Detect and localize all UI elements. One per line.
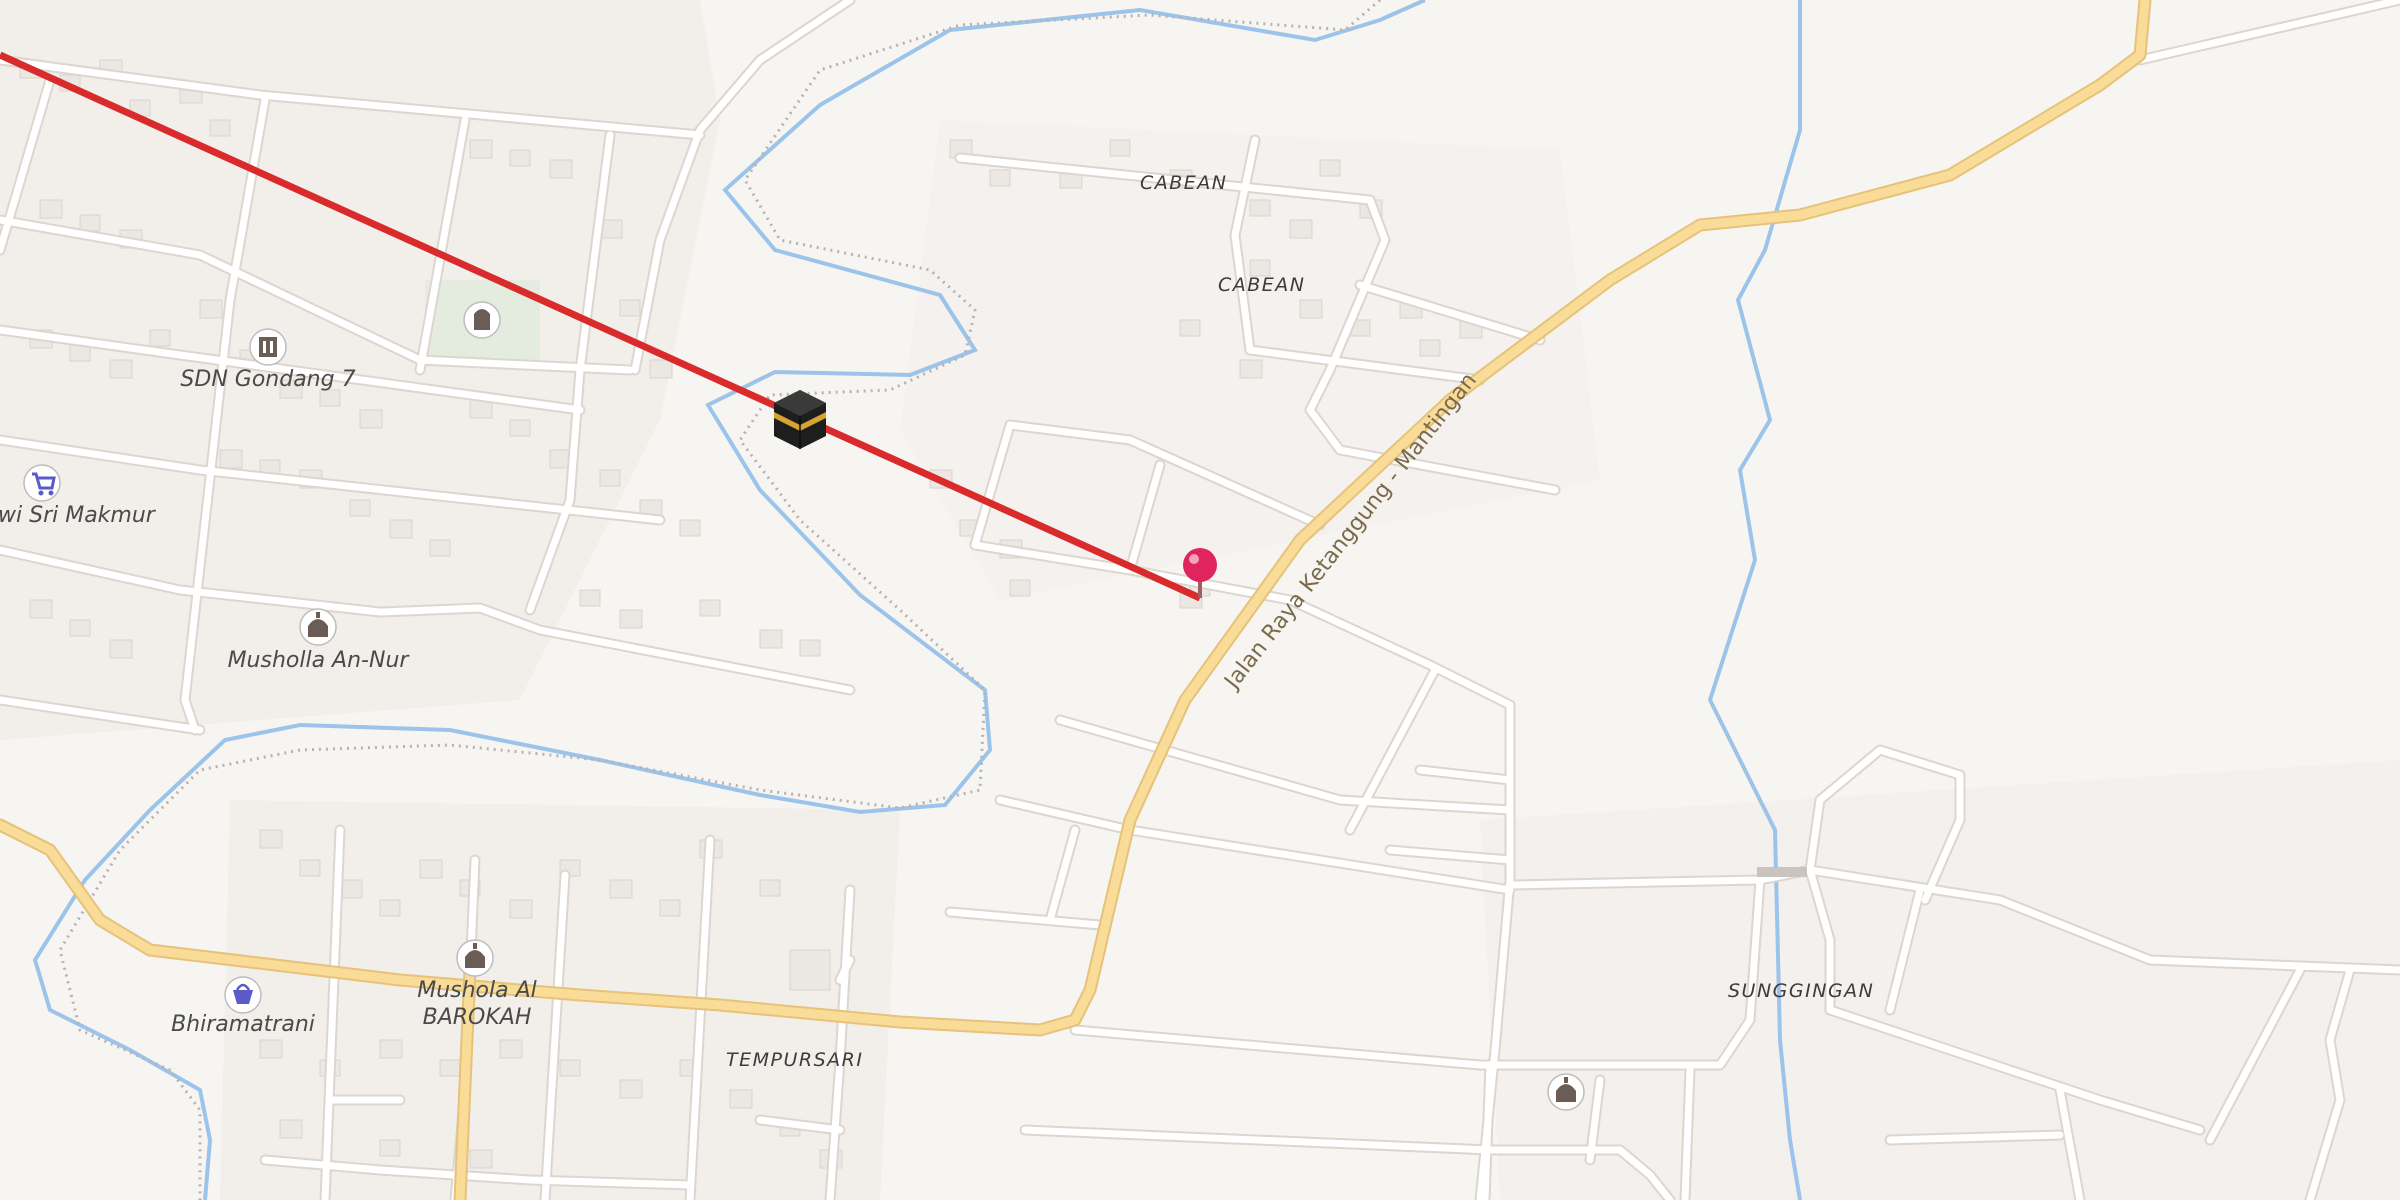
- place-label-sunggingan: SUNGGINGAN: [1728, 980, 1874, 1002]
- musholla-al-barokah-label-line2: BAROKAH: [423, 1005, 532, 1030]
- place-label-cabean-north: CABEAN: [1140, 172, 1228, 194]
- musholla-al-barokah-label-line1: Mushola Al: [417, 978, 537, 1003]
- shop-label: wi Sri Makmur: [0, 503, 157, 528]
- school-icon: [249, 328, 287, 366]
- shopping-basket-icon: [224, 976, 262, 1014]
- bridge: [1757, 867, 1807, 877]
- map-svg[interactable]: Jalan Raya Ketanggung - Mantingan CABEAN…: [0, 0, 2400, 1200]
- shopping-cart-icon: [23, 464, 61, 502]
- mosque-icon: [1547, 1073, 1585, 1111]
- map-canvas[interactable]: Jalan Raya Ketanggung - Mantingan CABEAN…: [0, 0, 2400, 1200]
- kaaba-icon[interactable]: [774, 390, 826, 449]
- bhiramatrani-label: Bhiramatrani: [171, 1012, 315, 1037]
- musholla-an-nur-label: Musholla An-Nur: [228, 648, 411, 673]
- place-label-cabean-south: CABEAN: [1218, 274, 1306, 296]
- school-label: SDN Gondang 7: [180, 367, 355, 392]
- mosque-icon: [299, 608, 337, 646]
- place-label-tempursari: TEMPURSARI: [726, 1049, 863, 1071]
- mosque-poi-southeast[interactable]: [1547, 1073, 1585, 1111]
- cemetery-icon[interactable]: [463, 301, 501, 339]
- mosque-icon: [456, 939, 494, 977]
